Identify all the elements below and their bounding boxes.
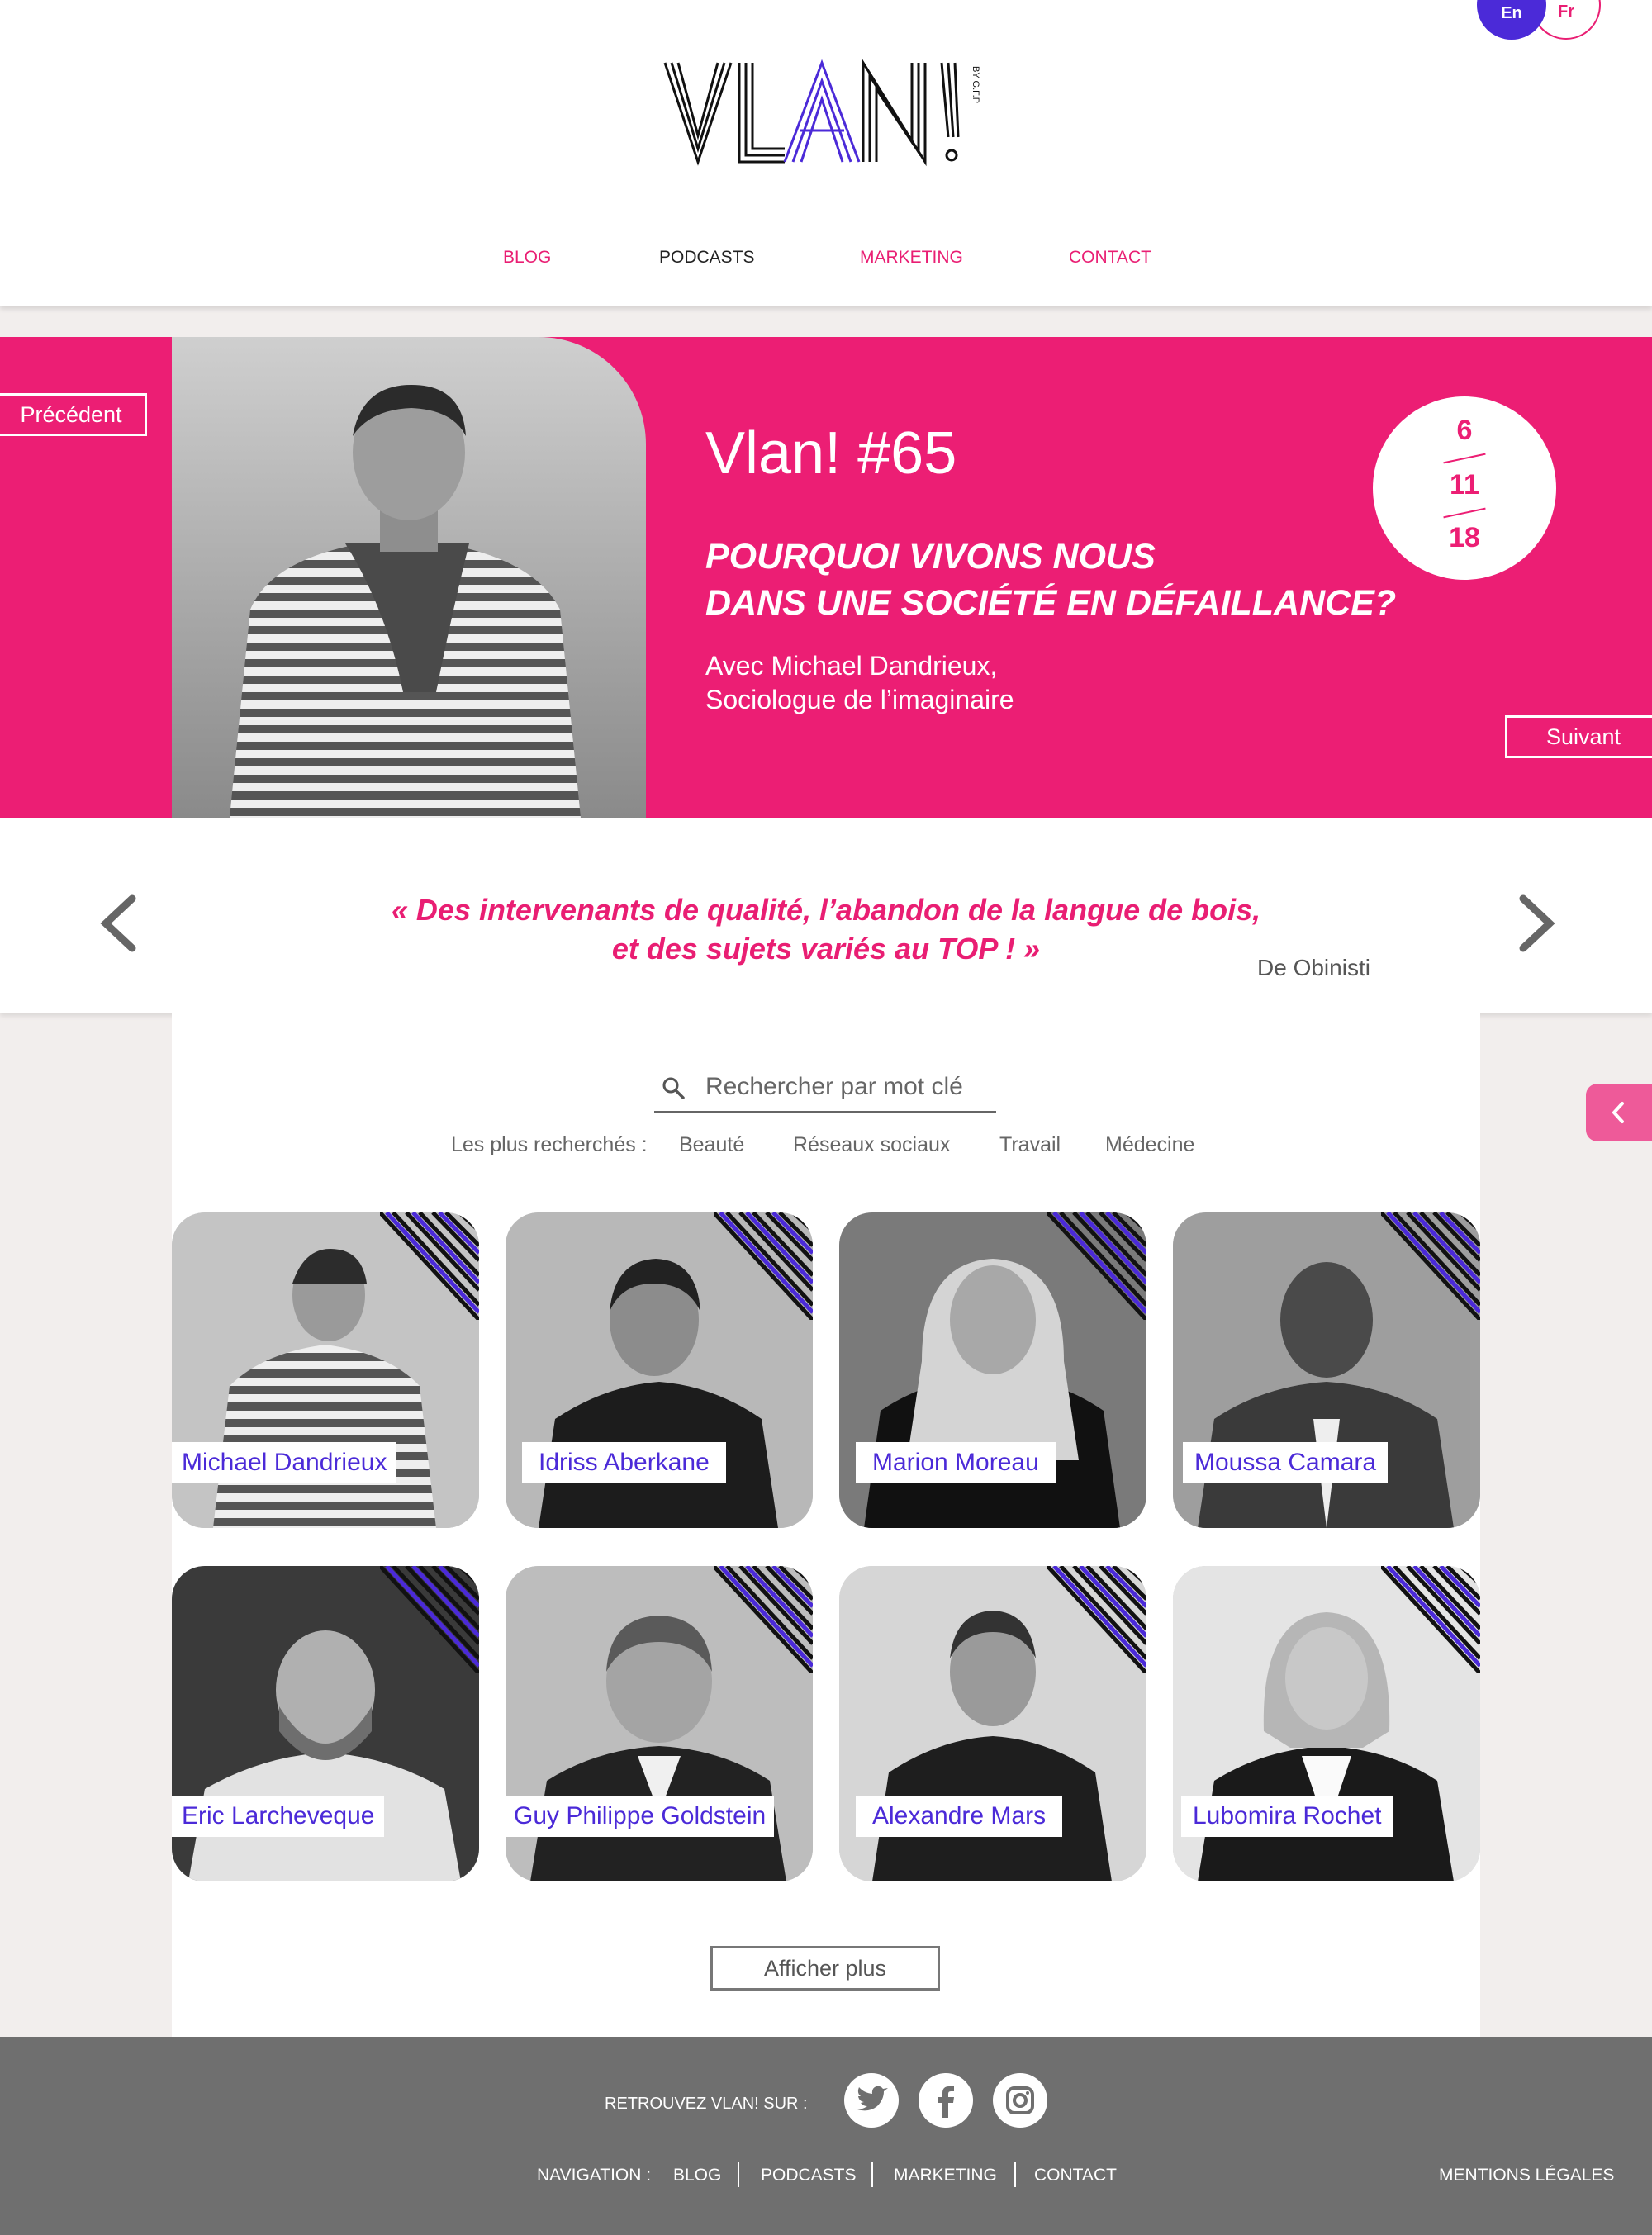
testimonial-quote: « Des intervenants de qualité, l’abandon… — [0, 890, 1652, 968]
lang-fr-label: Fr — [1558, 2, 1574, 21]
episode-guest-line1: Avec Michael Dandrieux, — [705, 651, 998, 681]
popular-tag[interactable]: Beauté — [679, 1133, 744, 1157]
twitter-icon[interactable] — [844, 2073, 899, 2128]
guest-card[interactable]: Lubomira Rochet — [1173, 1566, 1480, 1881]
testimonial-author: De Obinisti — [1257, 955, 1370, 980]
nav-blog[interactable]: BLOG — [503, 248, 551, 268]
episode-guest: Avec Michael Dandrieux, Sociologue de l’… — [705, 649, 1014, 717]
stripes-decoration — [1047, 1212, 1146, 1320]
lang-en-label: En — [1501, 4, 1522, 22]
footer-nav-marketing[interactable]: MARKETING — [894, 2166, 997, 2185]
stripes-decoration — [380, 1212, 479, 1320]
footer-nav-podcasts[interactable]: PODCASTS — [761, 2166, 857, 2185]
show-more-label: Afficher plus — [763, 1955, 887, 1981]
chevron-left-icon — [1612, 1102, 1624, 1123]
show-more-button[interactable]: Afficher plus — [710, 1946, 940, 1991]
guest-card[interactable]: Marion Moreau — [839, 1212, 1146, 1528]
quote-line1: « Des intervenants de qualité, l’abandon… — [391, 893, 1261, 927]
footer-nav-contact[interactable]: CONTACT — [1034, 2166, 1117, 2185]
nav-podcasts[interactable]: PODCASTS — [659, 248, 755, 268]
hero-guest-photo — [172, 337, 646, 818]
logo-subtitle: BY G.F.P — [971, 66, 980, 103]
stripes-decoration — [380, 1566, 479, 1673]
episode-date-badge: 6 11 18 — [1373, 396, 1556, 580]
vlan-logo[interactable]: BY G.F.P — [661, 56, 991, 172]
date-separator — [1443, 453, 1486, 464]
stripes-decoration — [714, 1212, 813, 1320]
next-episode-button[interactable]: Suivant — [1505, 715, 1652, 758]
date-day: 6 — [1456, 415, 1473, 446]
quote-line2: et des sujets variés au TOP ! » — [611, 932, 1041, 966]
date-separator — [1443, 507, 1486, 519]
search-bar — [654, 1064, 996, 1113]
search-input[interactable] — [705, 1067, 986, 1107]
guest-name: Marion Moreau — [856, 1442, 1056, 1483]
guest-name: Idriss Aberkane — [522, 1442, 726, 1483]
episode-title-line1: POURQUOI VIVONS NOUS — [705, 537, 1156, 577]
footer-nav-blog[interactable]: BLOG — [673, 2166, 721, 2185]
guest-name: Moussa Camara — [1183, 1442, 1389, 1483]
side-drawer-toggle[interactable] — [1586, 1084, 1652, 1141]
stripes-decoration — [1381, 1566, 1480, 1673]
lang-en-button[interactable]: En — [1477, 0, 1546, 40]
guest-card[interactable]: Michael Dandrieux — [172, 1212, 479, 1528]
divider — [871, 2162, 873, 2187]
site-header: Fr En BY G.F.P BLOG PODCASTS MARKETING C… — [0, 0, 1652, 306]
previous-label: Précédent — [20, 401, 122, 427]
guest-name: Alexandre Mars — [856, 1796, 1063, 1837]
date-year: 18 — [1449, 522, 1480, 553]
episode-number: Vlan! #65 — [705, 420, 957, 486]
guest-card[interactable]: Eric Larcheveque — [172, 1566, 479, 1881]
stripes-decoration — [1381, 1212, 1480, 1320]
search-icon — [662, 1077, 685, 1099]
previous-episode-button[interactable]: Précédent — [0, 393, 147, 436]
episode-title-line2: DANS UNE SOCIÉTÉ EN DÉFAILLANCE? — [705, 583, 1397, 623]
guest-name: Lubomira Rochet — [1181, 1796, 1393, 1837]
divider — [1014, 2162, 1016, 2187]
testimonial-section: « Des intervenants de qualité, l’abandon… — [0, 818, 1652, 1013]
footer-nav-label: NAVIGATION : — [537, 2166, 652, 2185]
guest-name: Michael Dandrieux — [172, 1442, 397, 1483]
stripes-decoration — [714, 1566, 813, 1673]
follow-label: RETROUVEZ VLAN! SUR : — [605, 2095, 808, 2113]
guest-card[interactable]: Moussa Camara — [1173, 1212, 1480, 1528]
facebook-icon[interactable] — [919, 2073, 973, 2128]
nav-contact[interactable]: CONTACT — [1069, 248, 1151, 268]
guest-card[interactable]: Alexandre Mars — [839, 1566, 1146, 1881]
podcast-list: Les plus recherchés : Beauté Réseaux soc… — [172, 1013, 1480, 2037]
stripes-decoration — [1047, 1566, 1146, 1673]
instagram-icon[interactable] — [993, 2073, 1047, 2128]
divider — [738, 2162, 739, 2187]
guest-card[interactable]: Idriss Aberkane — [506, 1212, 813, 1528]
popular-label: Les plus recherchés : — [451, 1133, 648, 1156]
footer-nav: NAVIGATION : BLOG PODCASTS MARKETING CON… — [0, 2162, 1652, 2190]
nav-marketing[interactable]: MARKETING — [860, 248, 963, 268]
hero-banner: Précédent Vlan! #65 POURQUOI VIVONS NOUS… — [0, 337, 1652, 818]
guest-card[interactable]: Guy Philippe Goldstein — [506, 1566, 813, 1881]
popular-tag[interactable]: Médecine — [1105, 1133, 1194, 1157]
chevron-right-icon[interactable] — [1512, 890, 1561, 956]
popular-searches: Les plus recherchés : Beauté Réseaux soc… — [172, 1133, 1480, 1161]
guest-name: Guy Philippe Goldstein — [506, 1796, 775, 1837]
legal-notice-link[interactable]: MENTIONS LÉGALES — [1439, 2166, 1614, 2185]
main-nav: BLOG PODCASTS MARKETING CONTACT — [0, 248, 1652, 273]
site-footer: RETROUVEZ VLAN! SUR : NAVIGATION : BLOG … — [0, 2037, 1652, 2235]
next-label: Suivant — [1545, 724, 1621, 749]
episode-title: POURQUOI VIVONS NOUS DANS UNE SOCIÉTÉ EN… — [705, 534, 1396, 626]
popular-tag[interactable]: Réseaux sociaux — [793, 1133, 950, 1157]
popular-tag[interactable]: Travail — [999, 1133, 1061, 1157]
guest-name: Eric Larcheveque — [172, 1796, 385, 1837]
episode-guest-line2: Sociologue de l’imaginaire — [705, 685, 1014, 714]
date-month: 11 — [1450, 469, 1479, 501]
